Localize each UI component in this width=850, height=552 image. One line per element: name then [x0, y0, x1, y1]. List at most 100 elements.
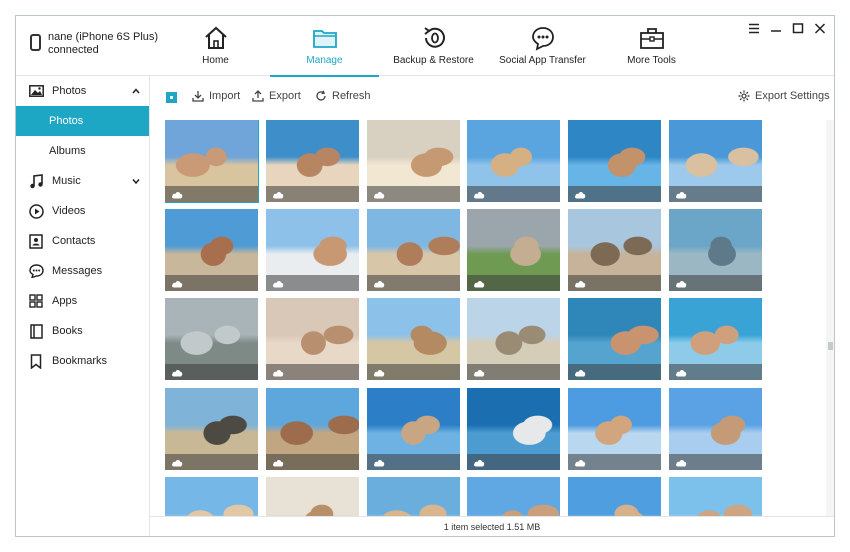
- import-icon: [192, 91, 204, 102]
- photo-image: [568, 477, 661, 518]
- cloud-icon: [676, 280, 687, 288]
- close-icon[interactable]: [812, 20, 828, 36]
- photo-thumbnail[interactable]: [467, 298, 560, 380]
- maximize-icon[interactable]: [790, 20, 806, 36]
- chevron-up-icon[interactable]: [131, 86, 141, 96]
- header: nane (iPhone 6S Plus) connected Home Man…: [16, 16, 834, 77]
- photo-thumbnail[interactable]: [165, 209, 258, 291]
- sidebar-item-contacts[interactable]: Contacts: [16, 226, 149, 256]
- photo-thumbnail[interactable]: [467, 209, 560, 291]
- photo-thumbnail[interactable]: [165, 477, 258, 518]
- photo-thumbnail[interactable]: [568, 477, 661, 518]
- photo-thumbnail[interactable]: [669, 388, 762, 470]
- folder-icon: [312, 30, 337, 48]
- sidebar-item-photos[interactable]: Photos: [16, 76, 149, 106]
- sidebar-item-videos[interactable]: Videos: [16, 196, 149, 226]
- sidebar-item-music[interactable]: Music: [16, 166, 149, 196]
- tab-manage[interactable]: Manage: [270, 16, 379, 77]
- refresh-button[interactable]: Refresh: [315, 90, 371, 102]
- cloud-icon: [374, 191, 385, 199]
- tab-social-app-transfer-label: Social App Transfer: [499, 55, 586, 66]
- photo-thumbnail[interactable]: [669, 298, 762, 380]
- photo-thumbnail[interactable]: [165, 388, 258, 470]
- photo-toolbar: Import Export Refresh Export Settings: [166, 88, 834, 108]
- sidebar-item-messages-label: Messages: [52, 265, 103, 277]
- photo-thumbnail[interactable]: [165, 298, 258, 380]
- photo-thumbnail[interactable]: [266, 388, 359, 470]
- photo-thumbnail[interactable]: [266, 120, 359, 202]
- sidebar-subitem-albums[interactable]: Albums: [16, 136, 149, 166]
- cloud-icon: [172, 191, 183, 199]
- scrollbar-thumb[interactable]: [828, 342, 833, 350]
- photo-image: [367, 477, 460, 518]
- menu-icon[interactable]: [746, 20, 762, 36]
- photo-thumbnail[interactable]: [669, 120, 762, 202]
- cloud-icon: [273, 280, 284, 288]
- photo-thumbnail[interactable]: [266, 209, 359, 291]
- sidebar-item-books-label: Books: [52, 325, 83, 337]
- select-all-checkbox[interactable]: [166, 92, 177, 103]
- chevron-down-icon[interactable]: [131, 176, 141, 186]
- import-button[interactable]: Import: [192, 90, 240, 102]
- cloud-icon: [474, 280, 485, 288]
- tab-home-label: Home: [202, 55, 229, 66]
- sidebar-item-photos-label: Photos: [52, 85, 87, 97]
- vertical-scrollbar[interactable]: [826, 120, 834, 518]
- cloud-icon: [474, 369, 485, 377]
- refresh-icon: [316, 90, 326, 101]
- chat-bubble-icon: [531, 27, 554, 51]
- sidebar-item-apps[interactable]: Apps: [16, 286, 149, 316]
- device-info: nane (iPhone 6S Plus) connected: [30, 31, 158, 57]
- play-circle-icon: [28, 203, 44, 219]
- apps-grid-icon: [28, 293, 44, 309]
- tab-more-tools[interactable]: More Tools: [597, 16, 706, 76]
- minimize-icon[interactable]: [768, 20, 784, 36]
- cloud-icon: [273, 369, 284, 377]
- photo-thumbnail[interactable]: [467, 388, 560, 470]
- photo-image: [669, 477, 762, 518]
- cloud-icon: [676, 191, 687, 199]
- tab-backup-restore-label: Backup & Restore: [393, 55, 474, 66]
- photo-thumbnail[interactable]: [266, 477, 359, 518]
- tab-backup-restore[interactable]: Backup & Restore: [379, 16, 488, 76]
- photo-thumbnail[interactable]: [467, 120, 560, 202]
- photo-thumbnail[interactable]: [669, 209, 762, 291]
- tab-social-app-transfer[interactable]: Social App Transfer: [488, 16, 597, 76]
- photo-thumbnail[interactable]: [367, 298, 460, 380]
- toolbox-icon: [639, 28, 664, 49]
- sidebar-item-bookmarks[interactable]: Bookmarks: [16, 346, 149, 376]
- cloud-icon: [474, 459, 485, 467]
- backup-restore-icon: [423, 27, 445, 48]
- photo-thumbnail[interactable]: [367, 388, 460, 470]
- photo-thumbnail[interactable]: [467, 477, 560, 518]
- cloud-icon: [374, 280, 385, 288]
- photo-thumbnail[interactable]: [165, 120, 259, 203]
- cloud-icon: [575, 191, 586, 199]
- photo-thumbnail[interactable]: [669, 477, 762, 518]
- photo-thumbnail[interactable]: [568, 209, 661, 291]
- photo-thumbnail[interactable]: [367, 120, 460, 202]
- photo-thumbnail[interactable]: [568, 388, 661, 470]
- photo-thumbnail[interactable]: [367, 209, 460, 291]
- sidebar-item-contacts-label: Contacts: [52, 235, 96, 247]
- export-settings-button[interactable]: Export Settings: [738, 90, 830, 102]
- cloud-icon: [172, 369, 183, 377]
- window-controls: [746, 20, 828, 36]
- sidebar-item-music-label: Music: [52, 175, 81, 187]
- photo-thumbnail[interactable]: [266, 298, 359, 380]
- status-bar: 1 item selected 1.51 MB: [150, 516, 834, 536]
- message-bubble-icon: [28, 263, 44, 279]
- cloud-icon: [172, 280, 183, 288]
- cloud-icon: [273, 191, 284, 199]
- phone-icon: [30, 34, 41, 51]
- sidebar-subitem-photos[interactable]: Photos: [16, 106, 149, 136]
- photo-icon: [28, 83, 44, 99]
- cloud-icon: [374, 369, 385, 377]
- tab-home[interactable]: Home: [161, 16, 270, 76]
- photo-thumbnail[interactable]: [568, 298, 661, 380]
- photo-thumbnail[interactable]: [367, 477, 460, 518]
- sidebar-item-messages[interactable]: Messages: [16, 256, 149, 286]
- photo-thumbnail[interactable]: [568, 120, 661, 202]
- export-button[interactable]: Export: [252, 90, 301, 102]
- sidebar-item-books[interactable]: Books: [16, 316, 149, 346]
